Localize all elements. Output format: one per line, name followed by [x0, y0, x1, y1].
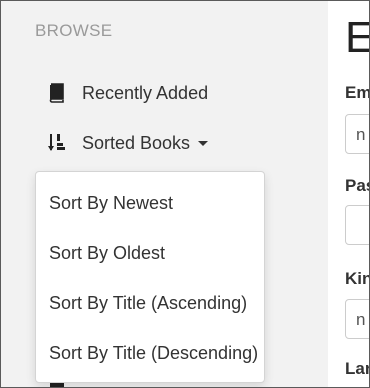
sort-dropdown-menu: Sort By Newest Sort By Oldest Sort By Ti… [35, 171, 265, 383]
password-field[interactable] [345, 205, 369, 245]
language-label: Lan [345, 359, 369, 378]
sort-numeric-icon [46, 132, 68, 154]
kindle-field[interactable]: n [345, 299, 369, 339]
menu-item-sort-title-desc[interactable]: Sort By Title (Descending) [49, 343, 258, 364]
menu-item-sort-oldest[interactable]: Sort By Oldest [49, 243, 165, 264]
menu-item-sort-newest[interactable]: Sort By Newest [49, 193, 173, 214]
page-title: E [345, 13, 369, 63]
email-label: Em [345, 83, 370, 102]
app-frame: BROWSE Recently Added Sorted Books Sort … [0, 0, 370, 388]
sidebar-item-label: Sorted Books [82, 132, 191, 153]
kindle-label: Kin [345, 269, 370, 288]
password-label: Pas [345, 176, 369, 195]
main-content: E Em n Pas Kin n Lan [328, 1, 370, 387]
sidebar: BROWSE Recently Added Sorted Books Sort … [1, 1, 328, 387]
email-field[interactable]: n [345, 114, 369, 154]
menu-item-sort-title-asc[interactable]: Sort By Title (Ascending) [49, 293, 247, 314]
sidebar-item-label: Recently Added [82, 82, 209, 103]
book-icon [46, 82, 68, 104]
chevron-down-icon [198, 140, 209, 146]
sidebar-item-sorted-books[interactable]: Sorted Books [46, 130, 209, 156]
browse-heading: BROWSE [35, 21, 113, 40]
sidebar-item-recently-added[interactable]: Recently Added [46, 80, 208, 106]
